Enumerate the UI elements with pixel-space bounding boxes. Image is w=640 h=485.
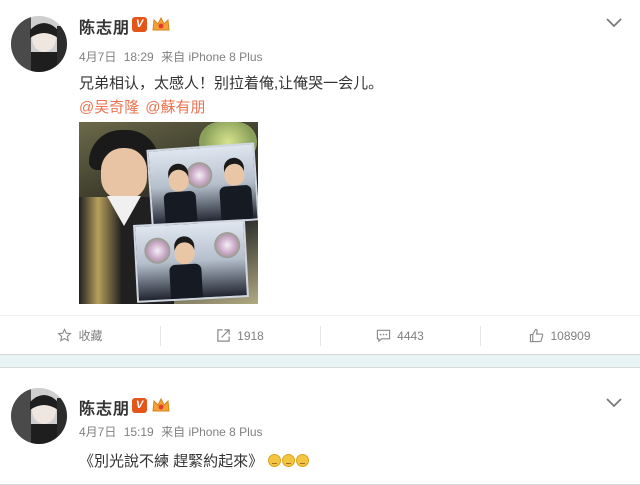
like-count: 108909 bbox=[550, 328, 591, 343]
comment-icon bbox=[376, 329, 391, 343]
repost-count: 1918 bbox=[237, 328, 264, 343]
weibo-post-card: 陈志朋 V 4月7日 18:29 来自 iPhone 8 Plus 兄弟相认，太… bbox=[0, 0, 640, 355]
repost-button[interactable]: 1918 bbox=[160, 316, 320, 355]
post-source: iPhone 8 Plus bbox=[188, 425, 263, 439]
crown-icon bbox=[152, 397, 170, 412]
mention-link[interactable]: @吴奇隆 bbox=[79, 99, 139, 116]
favorite-label: 收藏 bbox=[78, 329, 103, 343]
source-prefix: 来自 bbox=[161, 50, 186, 64]
source-prefix: 来自 bbox=[161, 425, 186, 439]
thumbs-up-icon bbox=[530, 328, 544, 343]
avatar[interactable] bbox=[11, 16, 67, 72]
comment-count: 4443 bbox=[397, 328, 424, 343]
username[interactable]: 陈志朋 bbox=[79, 395, 130, 419]
verified-badge-icon: V bbox=[132, 398, 147, 413]
emoji-icon bbox=[296, 454, 310, 467]
chevron-down-icon[interactable] bbox=[606, 398, 622, 408]
like-button[interactable]: 108909 bbox=[480, 316, 640, 355]
post-meta: 4月7日 18:29 来自 iPhone 8 Plus bbox=[79, 48, 267, 65]
avatar[interactable] bbox=[11, 388, 67, 444]
share-icon bbox=[217, 329, 230, 342]
comment-button[interactable]: 4443 bbox=[320, 316, 480, 355]
post-time[interactable]: 18:29 bbox=[124, 50, 154, 64]
mention-link[interactable]: @蘇有朋 bbox=[145, 99, 205, 116]
emoji-icon bbox=[268, 454, 282, 467]
emoji-icon bbox=[282, 454, 296, 467]
username[interactable]: 陈志朋 bbox=[79, 14, 130, 38]
weibo-post-card: 陈志朋 V 4月7日 15:19 来自 iPhone 8 Plus 《別光說不練… bbox=[0, 367, 640, 485]
post-time[interactable]: 15:19 bbox=[124, 425, 154, 439]
chevron-down-icon[interactable] bbox=[606, 18, 622, 28]
post-date[interactable]: 4月7日 bbox=[79, 425, 116, 439]
post-image[interactable] bbox=[79, 122, 258, 304]
action-bar: 收藏 1918 4443 108909 bbox=[0, 315, 640, 355]
post-meta: 4月7日 15:19 来自 iPhone 8 Plus bbox=[79, 423, 267, 440]
post-text: 兄弟相认，太感人！别拉着俺,让俺哭一会儿。 bbox=[79, 75, 384, 92]
mentions: @吴奇隆 @蘇有朋 bbox=[79, 96, 211, 117]
star-icon bbox=[57, 328, 73, 342]
post-source: iPhone 8 Plus bbox=[188, 50, 263, 64]
post-date[interactable]: 4月7日 bbox=[79, 50, 116, 64]
post-text: 《別光說不練 趕緊約起來》 bbox=[79, 450, 310, 471]
crown-icon bbox=[152, 16, 170, 31]
post-text-content: 《別光說不練 趕緊約起來》 bbox=[79, 453, 264, 470]
verified-badge-icon: V bbox=[132, 17, 147, 32]
favorite-button[interactable]: 收藏 bbox=[0, 316, 160, 355]
